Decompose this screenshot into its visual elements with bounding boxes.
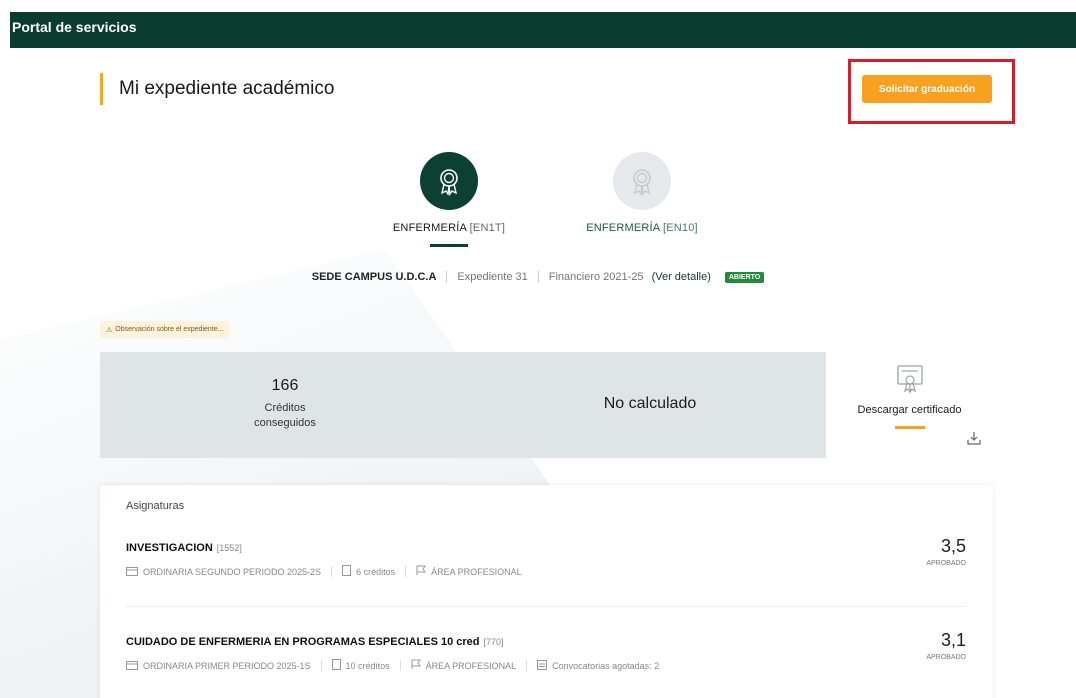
program-label: ENFERMERÍA [EN10]: [567, 222, 717, 234]
average-value: No calculado: [603, 395, 697, 412]
separator: [331, 566, 333, 577]
subject-meta: ORDINARIA SEGUNDO PERIODO 2025-2S 6 créd…: [126, 565, 966, 578]
program-name: ENFERMERÍA: [586, 222, 660, 234]
exhausted-item: Convocatorias agotadas: 2: [537, 659, 660, 672]
subjects-heading: Asignaturas: [126, 500, 185, 512]
separator: [446, 271, 448, 283]
subject-name: INVESTIGACION [1552]: [126, 542, 966, 554]
document-icon: [342, 565, 352, 578]
grade-status: APROBADO: [926, 560, 966, 567]
portal-title[interactable]: Portal de servicios: [12, 19, 137, 35]
subject-code: [1552]: [216, 543, 242, 553]
top-bar: Portal de servicios: [10, 12, 1076, 48]
call-item: ORDINARIA SEGUNDO PERIODO 2025-2S: [126, 566, 321, 578]
credits-label-line1: Créditos: [264, 402, 306, 414]
page-title: Mi expediente académico: [119, 78, 335, 99]
subject-title: CUIDADO DE ENFERMERIA EN PROGRAMAS ESPEC…: [126, 636, 480, 648]
separator: [526, 660, 528, 671]
observation-tag[interactable]: ⚠ Observación sobre el expediente...: [100, 321, 230, 338]
call-item: ORDINARIA PRIMER PERIODO 2025-1S: [126, 660, 311, 672]
subject-name: CUIDADO DE ENFERMERIA EN PROGRAMAS ESPEC…: [126, 636, 966, 648]
subject-code: [770]: [483, 637, 504, 647]
certificate-label: Descargar certificado: [857, 404, 962, 416]
credits-label-line2: conseguidos: [254, 417, 316, 429]
calendar-icon: [126, 566, 138, 578]
details-link[interactable]: (Ver detalle): [652, 271, 711, 283]
separator: [537, 271, 539, 283]
subject-meta: ORDINARIA PRIMER PERIODO 2025-1S 10 créd…: [126, 659, 966, 672]
subject-area: ÁREA PROFESIONAL: [425, 660, 517, 671]
subject-exhausted: Convocatorias agotadas: 2: [552, 660, 660, 671]
highlight-box: [848, 59, 1015, 124]
subject-row[interactable]: CUIDADO DE ENFERMERIA EN PROGRAMAS ESPEC…: [126, 630, 966, 672]
subject-call: ORDINARIA SEGUNDO PERIODO 2025-2S: [143, 566, 322, 577]
flag-icon: [416, 565, 427, 578]
page-title-wrap: Mi expediente académico: [100, 73, 334, 105]
summary-panel: 166 Créditos conseguidos No calculado: [100, 352, 826, 458]
subject-grade: 3,5 APROBADO: [926, 536, 966, 567]
observation-text: Observación sobre el expediente...: [115, 326, 224, 333]
separator: [399, 660, 401, 671]
calendar-icon: [126, 660, 138, 672]
grade-value: 3,5: [940, 536, 966, 556]
program-tab-en1t[interactable]: ENFERMERÍA [EN1T]: [374, 152, 524, 247]
certificate-card[interactable]: Descargar certificado: [826, 352, 993, 458]
subject-area: ÁREA PROFESIONAL: [431, 566, 522, 577]
award-icon: [613, 152, 671, 210]
credits-item: 10 créditos: [331, 659, 390, 672]
separator: [405, 566, 407, 577]
award-icon: [420, 152, 478, 210]
active-tab-indicator: [430, 244, 468, 247]
subject-call: ORDINARIA PRIMER PERIODO 2025-1S: [143, 660, 311, 671]
subject-row[interactable]: INVESTIGACION [1552] ORDINARIA SEGUNDO PE…: [126, 536, 966, 578]
subject-credits: 10 créditos: [345, 660, 390, 671]
subject-title: INVESTIGACION: [126, 542, 213, 554]
program-name: ENFERMERÍA: [392, 222, 467, 234]
status-badge: ABIERTO: [724, 271, 765, 283]
campus: SEDE CAMPUS U.D.C.A: [311, 271, 437, 283]
credits-label: Créditos conseguidos: [240, 401, 330, 431]
credits-item: 6 créditos: [342, 565, 395, 578]
calendar-check-icon: [537, 659, 548, 672]
area-item: ÁREA PROFESIONAL: [411, 659, 517, 672]
document-icon: [331, 659, 341, 672]
program-code: [EN10]: [662, 222, 698, 234]
financial-period: Financiero 2021-25: [548, 271, 644, 283]
program-code: [EN1T]: [469, 222, 506, 234]
grade-value: 3,1: [940, 630, 966, 650]
flag-icon: [411, 659, 421, 672]
subjects-card: Asignaturas INVESTIGACION [1552] ORDINARI…: [100, 485, 993, 698]
download-icon[interactable]: [967, 431, 981, 450]
warning-icon: ⚠: [106, 326, 113, 334]
program-label: ENFERMERÍA [EN1T]: [374, 222, 524, 234]
row-divider: [126, 606, 966, 607]
area-item: ÁREA PROFESIONAL: [416, 565, 522, 578]
subject-credits: 6 créditos: [356, 566, 396, 577]
record-meta: SEDE CAMPUS U.D.C.A Expediente 31 Financ…: [0, 271, 1076, 283]
credits-block: 166 Créditos conseguidos: [240, 377, 330, 431]
grade-status: APROBADO: [926, 654, 966, 661]
file-number: Expediente 31: [457, 271, 528, 283]
credits-value: 166: [271, 377, 299, 394]
separator: [320, 660, 322, 671]
certificate-icon: [890, 364, 930, 396]
accent-bar: [894, 426, 925, 429]
program-tab-en10[interactable]: ENFERMERÍA [EN10]: [567, 152, 717, 234]
subject-grade: 3,1 APROBADO: [926, 630, 966, 661]
